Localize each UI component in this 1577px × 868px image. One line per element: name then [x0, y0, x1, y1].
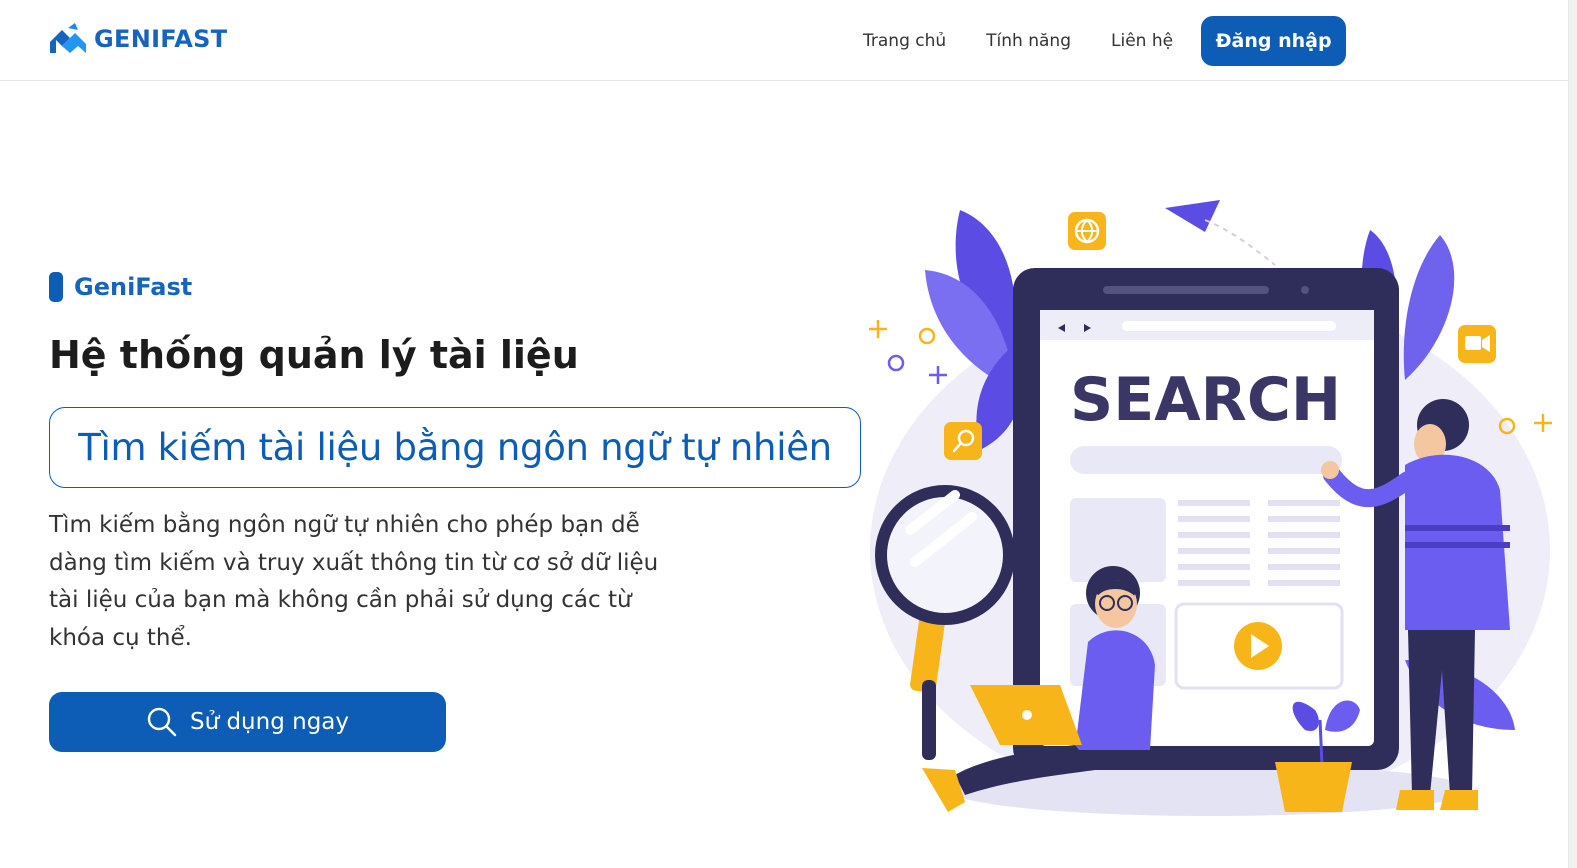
hero-description: Tìm kiếm bằng ngôn ngữ tự nhiên cho phép… — [49, 512, 659, 651]
nav-item-contact[interactable]: Liên hệ — [1111, 31, 1173, 51]
use-now-label: Sử dụng ngay — [189, 709, 350, 735]
nav-item-features[interactable]: Tính năng — [986, 31, 1071, 51]
top-navbar: GENIFAST Trang chủ Tính năng Liên hệ Đăn… — [0, 0, 1577, 81]
brand-name: GENIFAST — [94, 25, 228, 53]
page-scrollbar[interactable] — [1568, 0, 1577, 868]
address-bar — [1122, 321, 1336, 331]
hero-title: Hệ thống quản lý tài liệu — [49, 333, 579, 377]
search-illustration: SEARCH — [869, 200, 1552, 816]
brand-logo[interactable]: GENIFAST — [48, 22, 227, 56]
video-camera-icon — [1458, 325, 1496, 363]
screen-search-word: SEARCH — [1070, 365, 1341, 435]
login-button[interactable]: Đăng nhập — [1201, 16, 1347, 66]
tag-accent-bar — [49, 272, 63, 302]
use-now-button[interactable]: Sử dụng ngay — [49, 692, 446, 752]
screen-search-bar — [1070, 446, 1342, 474]
search-icon — [147, 707, 177, 737]
hero-tag-label: GeniFast — [74, 273, 193, 301]
main-nav: Trang chủ Tính năng Liên hệ Đăng nhập — [863, 16, 1347, 66]
nav-item-home[interactable]: Trang chủ — [863, 31, 946, 51]
hero-highlight-box: Tìm kiếm tài liệu bằng ngôn ngữ tự nhiên — [49, 407, 861, 488]
logo-icon — [50, 23, 86, 53]
tablet-notch — [1103, 286, 1269, 294]
globe-icon — [1068, 212, 1106, 250]
tablet-camera — [1301, 286, 1309, 294]
paper-plane-icon — [1165, 200, 1276, 266]
hero-highlight-text: Tìm kiếm tài liệu bằng ngôn ngữ tự nhiên — [78, 426, 832, 469]
magnify-badge-icon — [944, 422, 982, 460]
hero-tag: GeniFast — [49, 272, 192, 302]
